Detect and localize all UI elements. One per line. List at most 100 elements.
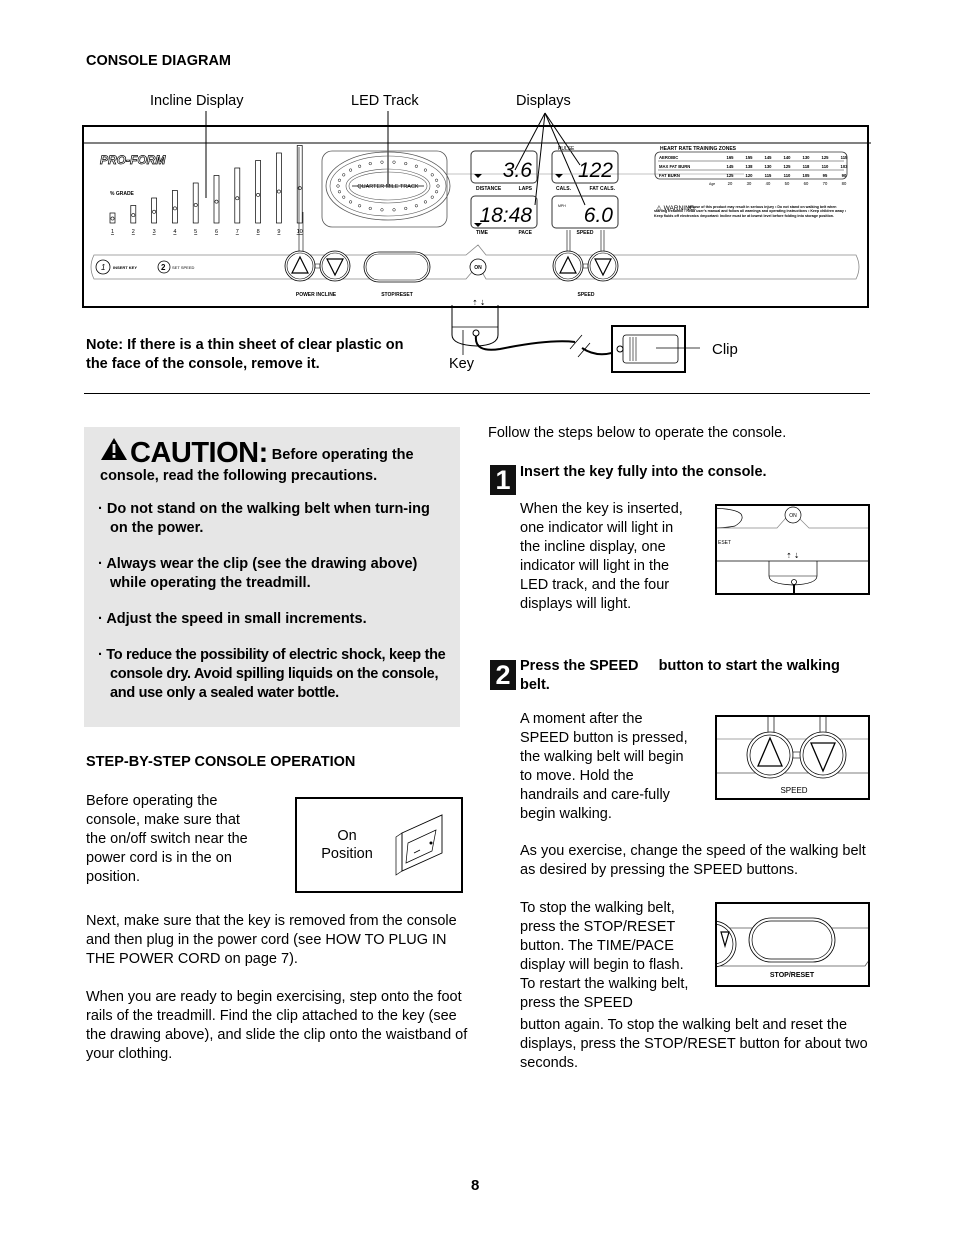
hr-zone-cell: 80 — [842, 181, 847, 186]
grade-level-label: 1 — [111, 229, 114, 235]
on-off-switch-paragraph: Before operating the console, make sure … — [86, 793, 248, 885]
hr-zone-cell: 130 — [803, 155, 811, 160]
svg-text:3.6: 3.6 — [503, 159, 533, 182]
step-2-stop-reset-figure: STOP/RESET — [715, 902, 870, 987]
svg-text:2: 2 — [161, 263, 166, 272]
steps-intro: Follow the steps below to operate the co… — [488, 425, 787, 441]
svg-text:ON: ON — [474, 265, 482, 271]
key-label: Key — [449, 356, 474, 372]
led-indicator — [368, 162, 372, 166]
page-number: 8 — [471, 1177, 480, 1194]
caution-list: · Do not stand on the walking belt when … — [98, 500, 450, 720]
on-button[interactable]: ON — [469, 258, 487, 276]
caution-title: CAUTION: — [130, 437, 268, 469]
incline-bar — [255, 160, 261, 224]
led-indicator — [404, 206, 408, 210]
hr-zone-cell: 115 — [765, 173, 772, 178]
hr-zone-cell: 138 — [746, 164, 754, 169]
fig-on-button: ON — [789, 513, 797, 519]
led-indicator — [358, 164, 362, 168]
led-indicator — [368, 206, 372, 210]
incline-bar — [276, 152, 282, 224]
svg-text:18:48: 18:48 — [479, 204, 532, 227]
hr-zone-cell: 125 — [727, 173, 735, 178]
caution-item: · Adjust the speed in small increments. — [98, 611, 367, 627]
led-indicator — [336, 184, 340, 188]
hr-zone-cell: 90 — [842, 173, 847, 178]
svg-text:MPH: MPH — [558, 204, 566, 208]
svg-text:DISTANCE: DISTANCE — [476, 186, 502, 192]
hr-zone-cell: 30 — [747, 181, 752, 186]
incline-bar — [296, 145, 303, 224]
speed-up-button[interactable] — [552, 250, 584, 282]
fig-stop-reset-button — [748, 917, 836, 963]
display-distance-laps: 3.6 DISTANCE LAPS — [470, 150, 538, 192]
display-speed: MPH 6.0 SPEED — [551, 195, 619, 236]
caution-item: · Do not stand on the walking belt when … — [98, 501, 430, 536]
stop-reset-button[interactable] — [363, 251, 431, 283]
led-indicator — [430, 173, 434, 177]
svg-text:SPEED: SPEED — [780, 786, 807, 795]
led-indicator — [434, 178, 439, 182]
plastic-sheet-note: Note: If there is a thin sheet of clear … — [86, 337, 404, 372]
grade-level-label: 10 — [297, 229, 303, 235]
console-diagram: PRO-FORM % GRADE 1 2 3 4 5 6 7 8 9 10 QUARTER MIL… — [82, 125, 871, 308]
hr-zone-cell: 95 — [823, 173, 828, 178]
led-indicator — [434, 190, 439, 194]
incline-down-button[interactable] — [319, 250, 351, 282]
hr-zone-cell: Age — [709, 182, 715, 186]
hr-zone-cell: AEROBIC — [659, 155, 678, 160]
svg-text:HEART RATE TRAINING ZONES: HEART RATE TRAINING ZONES — [660, 146, 737, 152]
hr-zone-cell: 40 — [766, 181, 771, 186]
grade-level-label: 6 — [215, 229, 218, 235]
power-incline-label: POWER INCLINE — [296, 292, 337, 298]
grade-level-label: 2 — [132, 229, 135, 235]
hr-zone-cell: 145 — [727, 164, 735, 169]
led-indicator — [414, 204, 418, 208]
warning-triangle-icon — [100, 437, 128, 467]
step-2-body-3b: button again. To stop the walking belt a… — [520, 1017, 868, 1071]
step-2-body-3a: To stop the walking belt, press the STOP… — [520, 900, 689, 1011]
hr-zone-cell: 50 — [785, 181, 790, 186]
svg-text:1: 1 — [101, 263, 105, 272]
section-divider — [84, 393, 870, 394]
incline-up-button[interactable] — [284, 250, 316, 282]
speed-down-button[interactable] — [587, 250, 619, 282]
step2-console-label: SET SPEED — [172, 265, 194, 270]
on-position-figure: On Position — [295, 797, 463, 893]
step-2-body-1: A moment after the SPEED button is press… — [520, 711, 688, 822]
power-switch-icon — [395, 814, 443, 876]
step1-console-label: INSERT KEY — [113, 265, 137, 270]
warning-label: ⚠ WARNING: Misuse of this product may re… — [654, 204, 846, 218]
svg-text:122: 122 — [578, 159, 613, 182]
step-by-step-title: STEP-BY-STEP CONSOLE OPERATION — [86, 754, 356, 770]
hr-zone-cell: 125 — [784, 164, 792, 169]
led-indicator — [392, 160, 396, 164]
incline-bar — [130, 205, 137, 224]
svg-text:SPEED: SPEED — [577, 230, 594, 236]
hr-zone-cell: 155 — [746, 155, 754, 160]
led-indicator — [380, 208, 384, 212]
hr-zone-cell: 145 — [765, 155, 773, 160]
grade-level-label: 9 — [277, 229, 280, 235]
incline-bar — [234, 167, 241, 224]
step-2-body-2: As you exercise, change the speed of the… — [520, 843, 866, 878]
led-indicator — [404, 162, 408, 166]
hr-zone-cell: 118 — [803, 164, 810, 169]
step-2-number: 2 — [490, 660, 516, 690]
led-indicator — [337, 190, 342, 194]
led-indicator — [414, 164, 418, 168]
fig-speed-down-button — [799, 731, 847, 779]
step-1-number: 1 — [490, 465, 516, 495]
caution-box: CAUTION: Before operating the console, r… — [84, 427, 460, 727]
incline-bar — [151, 197, 157, 224]
speed-label: SPEED — [578, 292, 595, 298]
hr-zone-cell: 20 — [728, 181, 733, 186]
hr-zone-cell: 130 — [765, 164, 773, 169]
hr-zone-cell: 115 — [841, 155, 848, 160]
incline-bar — [192, 182, 199, 224]
hr-zone-cell: 125 — [822, 155, 830, 160]
svg-text:LAPS: LAPS — [519, 186, 533, 192]
step-1-body: When the key is inserted, one indicator … — [520, 501, 683, 612]
svg-text:⇡ ⇣: ⇡ ⇣ — [786, 552, 800, 560]
